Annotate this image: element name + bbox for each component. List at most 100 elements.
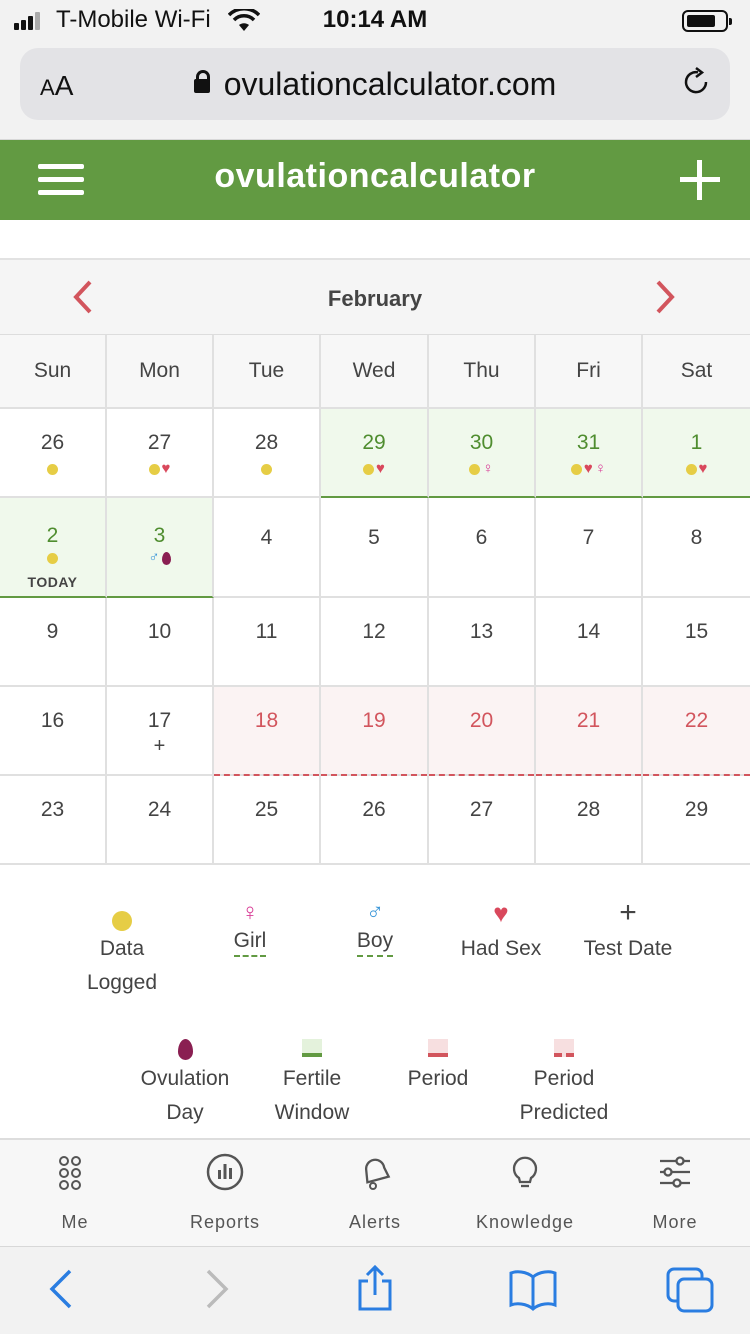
legend-fertile-window: Fertile Window: [256, 1030, 368, 1130]
calendar-day[interactable]: 29: [643, 776, 750, 865]
calendar-day[interactable]: 1 ♥: [643, 409, 750, 498]
browser-toolbar: [0, 1246, 750, 1334]
calendar-day[interactable]: 21: [536, 687, 643, 776]
calendar-day[interactable]: 6: [429, 498, 536, 598]
calendar-day[interactable]: 12: [321, 598, 429, 687]
day-markers: ♥: [643, 461, 750, 476]
legend-data-logged: Data Logged: [62, 900, 182, 1000]
tab-knowledge[interactable]: Knowledge: [450, 1140, 600, 1248]
calendar-week-row: 23 24 25 26 27 28 29: [0, 776, 750, 865]
calendar-day[interactable]: 28: [214, 409, 321, 498]
data-dot-icon: [112, 911, 132, 932]
next-month-chevron-icon[interactable]: [648, 280, 682, 314]
url-display[interactable]: ovulationcalculator.com: [20, 66, 730, 103]
day-number: 31: [576, 431, 601, 454]
calendar-day[interactable]: 16: [0, 687, 107, 776]
venus-icon: ♀: [241, 899, 259, 927]
calendar-day[interactable]: 4: [214, 498, 321, 598]
calendar-day[interactable]: 17 +: [107, 687, 214, 776]
weekday-label: Wed: [321, 335, 429, 409]
day-markers: ♥: [321, 461, 427, 476]
predicted-swatch-icon: [554, 1039, 574, 1057]
data-dot-icon: [570, 463, 582, 475]
calendar-week-row: 2 TODAY 3 ♂ 4 5 6 7 8: [0, 498, 750, 598]
tab-me[interactable]: Me: [0, 1140, 150, 1248]
data-dot-icon: [47, 463, 58, 475]
legend-period-predicted: Period Predicted: [500, 1030, 628, 1130]
weekday-label: Thu: [429, 335, 536, 409]
calendar-day[interactable]: 13: [429, 598, 536, 687]
add-entry-icon[interactable]: [680, 160, 720, 200]
heart-icon: ♥: [376, 460, 385, 478]
forward-arrow-icon[interactable]: [200, 1267, 234, 1311]
site-header: ovulationcalculator: [0, 140, 750, 220]
day-number: 29: [362, 431, 386, 454]
reload-icon[interactable]: [680, 66, 712, 98]
legend-test-date: + Test Date: [572, 896, 684, 966]
calendar-day[interactable]: 26: [0, 409, 107, 498]
day-number: 18: [254, 709, 279, 732]
calendar-day[interactable]: 8: [643, 498, 750, 598]
heart-icon: ♥: [493, 898, 509, 929]
calendar-day[interactable]: 23: [0, 776, 107, 865]
calendar-day[interactable]: 9: [0, 598, 107, 687]
calendar-day[interactable]: 5: [321, 498, 429, 598]
day-markers: +: [107, 736, 212, 756]
calendar-day[interactable]: 28: [536, 776, 643, 865]
back-arrow-icon[interactable]: [44, 1267, 78, 1311]
calendar-day[interactable]: 31 ♥ ♀: [536, 409, 643, 498]
calendar-day[interactable]: 30 ♀: [429, 409, 536, 498]
day-markers: [0, 550, 105, 564]
calendar-day[interactable]: 29 ♥: [321, 409, 429, 498]
today-label: TODAY: [27, 574, 78, 590]
calendar-day[interactable]: 18: [214, 687, 321, 776]
day-markers: ♀: [429, 461, 534, 476]
tab-alerts[interactable]: Alerts: [300, 1140, 450, 1248]
chart-icon: [206, 1153, 244, 1191]
calendar-day[interactable]: 27: [429, 776, 536, 865]
day-number: 17: [147, 709, 172, 732]
calendar-day[interactable]: 24: [107, 776, 214, 865]
day-number: 5: [368, 526, 380, 549]
share-icon[interactable]: [354, 1263, 396, 1313]
calendar-day[interactable]: 22: [643, 687, 750, 776]
calendar-day[interactable]: 11: [214, 598, 321, 687]
calendar-week-row: 16 17 +18 19 20 21 22: [0, 687, 750, 776]
calendar-day[interactable]: 26: [321, 776, 429, 865]
tab-more[interactable]: More: [600, 1140, 750, 1248]
tab-label: Alerts: [348, 1212, 401, 1232]
venus-icon: ♀: [594, 460, 607, 478]
weekday-label: Fri: [536, 335, 643, 409]
calendar-day[interactable]: 20: [429, 687, 536, 776]
calendar-day[interactable]: 25: [214, 776, 321, 865]
tabs-icon[interactable]: [664, 1265, 716, 1315]
calendar-day[interactable]: 7: [536, 498, 643, 598]
sliders-icon: [660, 1156, 690, 1188]
url-text: ovulationcalculator.com: [223, 66, 557, 102]
bookmarks-icon[interactable]: [508, 1267, 558, 1311]
calendar-day[interactable]: 27 ♥: [107, 409, 214, 498]
weekday-label: Sun: [0, 335, 107, 409]
legend-had-sex: ♥ Had Sex: [460, 898, 542, 960]
weekday-label: Sat: [643, 335, 750, 409]
calendar-day[interactable]: 15: [643, 598, 750, 687]
day-number: 28: [254, 431, 279, 454]
day-number: 8: [690, 526, 703, 549]
browser-top-bar: AA ovulationcalculator.com: [0, 40, 750, 140]
calendar-day[interactable]: 10: [107, 598, 214, 687]
day-markers: ♥ ♀: [536, 461, 641, 476]
calendar-day[interactable]: 3 ♂: [107, 498, 214, 598]
legend-girl: ♀ Girl: [200, 899, 300, 958]
day-number: 29: [684, 798, 709, 821]
calendar-day[interactable]: 14: [536, 598, 643, 687]
calendar-day[interactable]: 19: [321, 687, 429, 776]
day-number: 19: [362, 709, 386, 732]
day-number: 9: [46, 620, 59, 643]
tab-label: Reports: [189, 1212, 261, 1232]
legend-period: Period: [386, 1030, 490, 1096]
calendar-day-today[interactable]: 2 TODAY: [0, 498, 107, 598]
address-bar[interactable]: AA ovulationcalculator.com: [20, 48, 730, 120]
day-number: 27: [147, 431, 172, 454]
day-number: 6: [475, 526, 488, 549]
tab-reports[interactable]: Reports: [150, 1140, 300, 1248]
